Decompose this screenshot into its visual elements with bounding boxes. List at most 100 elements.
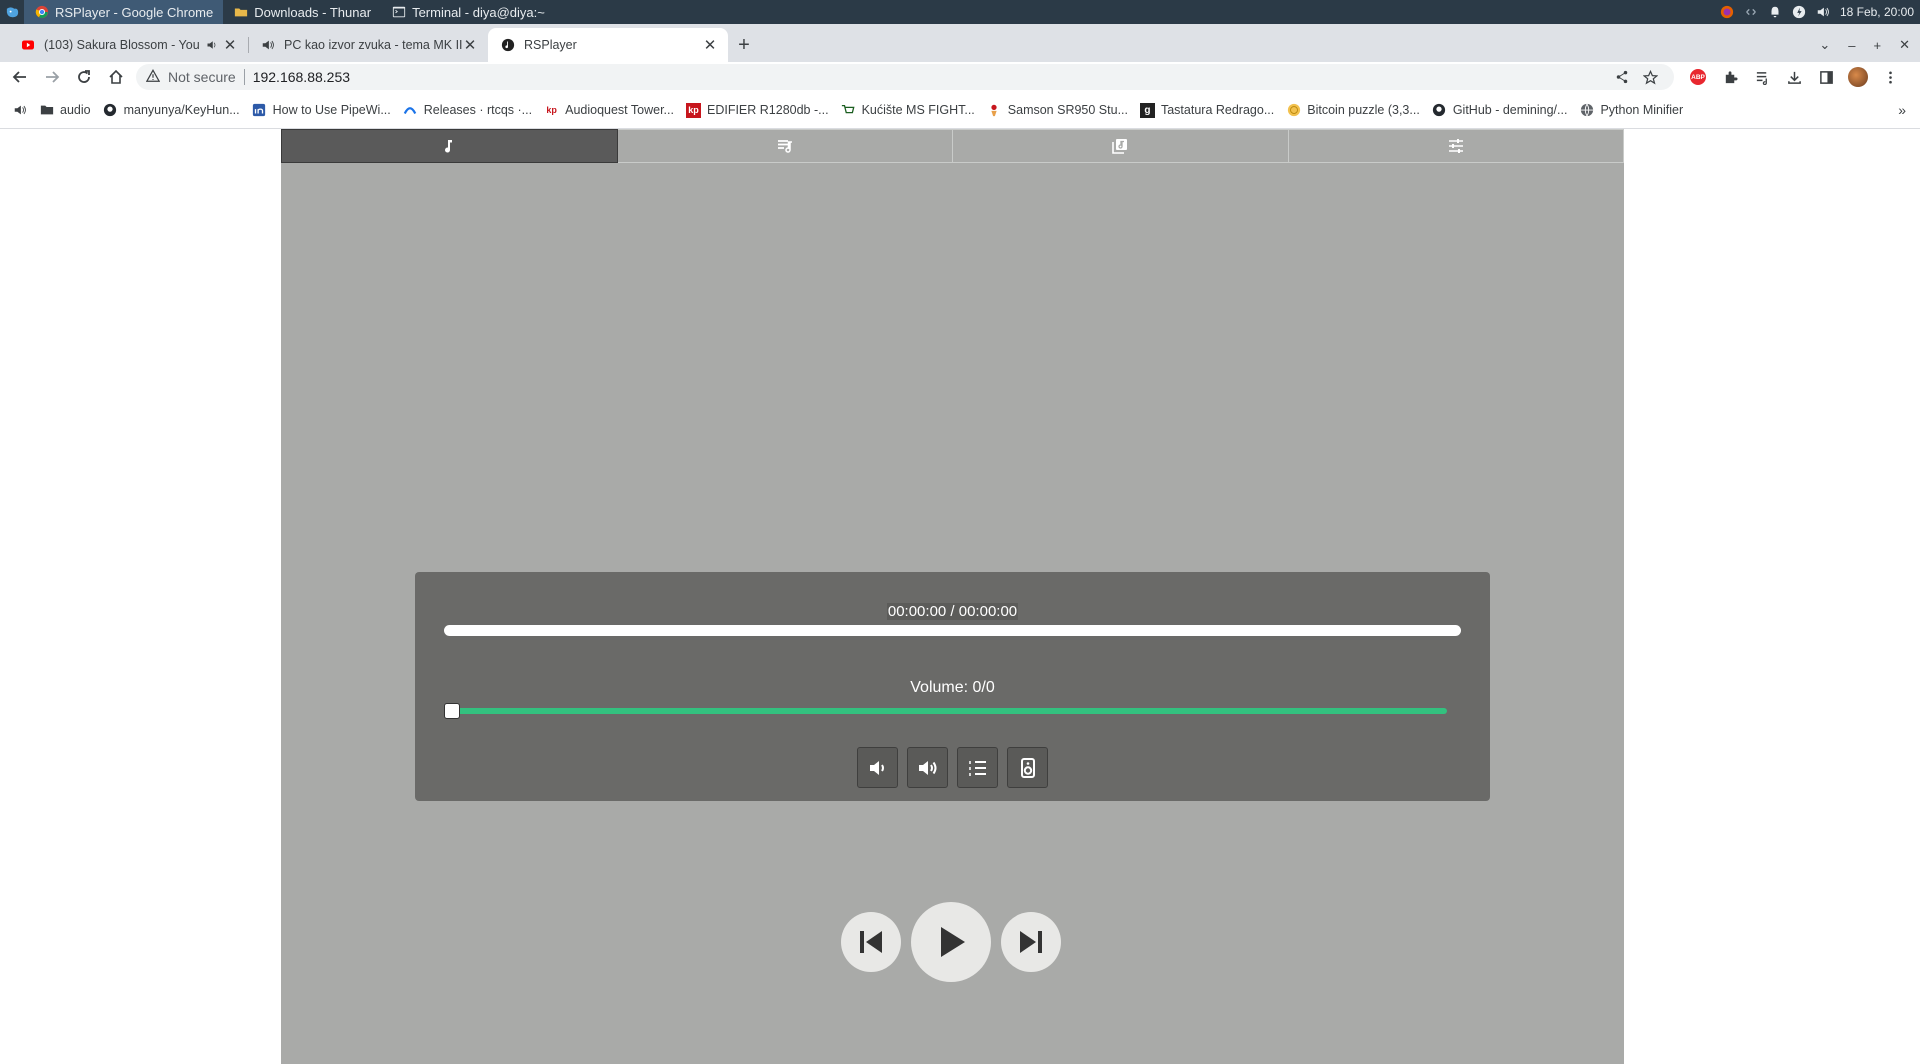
menu-kebab-icon[interactable] bbox=[1874, 62, 1906, 92]
next-track-button[interactable] bbox=[1001, 912, 1061, 972]
bookmark-label: EDIFIER R1280db -... bbox=[706, 103, 829, 117]
bookmark-label: manyunya/KeyHun... bbox=[123, 103, 240, 117]
bell-icon[interactable] bbox=[1768, 5, 1782, 19]
side-panel-icon[interactable] bbox=[1810, 62, 1842, 92]
play-button[interactable] bbox=[911, 902, 991, 982]
os-task-label: RSPlayer - Google Chrome bbox=[55, 4, 214, 20]
bookmark-item[interactable]: Bitcoin puzzle (3,3... bbox=[1286, 103, 1420, 118]
page-viewport: 00:00:00 / 00:00:00 Volume: 0/0 bbox=[0, 129, 1920, 1064]
close-icon[interactable]: ✕ bbox=[462, 37, 478, 54]
home-button[interactable] bbox=[100, 62, 132, 92]
volume-down-button[interactable] bbox=[857, 747, 898, 788]
media-control-icon[interactable] bbox=[1746, 62, 1778, 92]
bookmark-label: Kućište MS FIGHT... bbox=[861, 103, 975, 117]
forward-button[interactable] bbox=[36, 62, 68, 92]
clock[interactable]: 18 Feb, 20:00 bbox=[1840, 5, 1914, 19]
playlist-button[interactable] bbox=[957, 747, 998, 788]
bookmark-item[interactable]: Samson SR950 Stu... bbox=[987, 103, 1128, 118]
share-icon[interactable] bbox=[1608, 70, 1636, 84]
firefox-icon[interactable] bbox=[1720, 5, 1734, 19]
linkedin-icon bbox=[252, 103, 267, 118]
volume-label: Volume: 0/0 bbox=[910, 679, 995, 696]
tab-audio-icon[interactable] bbox=[206, 39, 218, 51]
bookmarks-overflow-icon[interactable]: » bbox=[1898, 102, 1920, 118]
bookmark-item[interactable]: g Tastatura Redrago... bbox=[1139, 102, 1275, 118]
tab-settings[interactable] bbox=[1288, 129, 1624, 163]
bookmark-item[interactable]: How to Use PipeWi... bbox=[252, 103, 391, 118]
cart-icon bbox=[841, 103, 856, 118]
skip-next-icon bbox=[1020, 931, 1042, 953]
reload-button[interactable] bbox=[68, 62, 100, 92]
bookmark-item[interactable]: GitHub - demining/... bbox=[1432, 103, 1567, 118]
os-task-thunar[interactable]: Downloads - Thunar bbox=[223, 0, 381, 24]
bookmark-folder-audio[interactable]: audio bbox=[39, 103, 91, 118]
bookmark-label: Python Minifier bbox=[1600, 103, 1684, 117]
youtube-icon bbox=[20, 37, 36, 53]
os-task-chrome[interactable]: RSPlayer - Google Chrome bbox=[24, 0, 224, 24]
new-tab-button[interactable]: + bbox=[728, 28, 760, 62]
bookmark-item[interactable]: Kućište MS FIGHT... bbox=[841, 103, 975, 118]
player-nav bbox=[281, 129, 1624, 164]
tab-youtube[interactable]: (103) Sakura Blossom - You ✕ bbox=[8, 28, 248, 62]
tab-queue[interactable] bbox=[617, 129, 953, 163]
volume-slider-thumb[interactable] bbox=[444, 703, 460, 719]
globe-icon bbox=[1579, 103, 1594, 118]
bookmark-item[interactable]: Releases · rtcqs ·... bbox=[403, 103, 532, 118]
bookmark-item[interactable]: kp Audioquest Tower... bbox=[544, 103, 674, 118]
g-icon: g bbox=[1139, 102, 1155, 118]
tab-strip: (103) Sakura Blossom - You ✕ PC kao izvo… bbox=[0, 24, 1920, 62]
downloads-icon[interactable] bbox=[1778, 62, 1810, 92]
bookmarks-bar: audio manyunya/KeyHun... How to Use Pipe… bbox=[0, 98, 1920, 122]
speaker-icon bbox=[260, 37, 276, 53]
tab-pc-zvuk[interactable]: PC kao izvor zvuka - tema MK II ✕ bbox=[248, 28, 488, 62]
rsplayer-icon bbox=[500, 37, 516, 53]
tab-now-playing[interactable] bbox=[281, 129, 618, 163]
folder-icon bbox=[233, 5, 248, 20]
music-note-icon bbox=[445, 140, 453, 153]
progress-bar[interactable] bbox=[444, 625, 1461, 636]
address-bar[interactable]: Not secure 192.168.88.253 bbox=[136, 64, 1674, 90]
bookmark-item[interactable]: manyunya/KeyHun... bbox=[103, 103, 240, 118]
time-display: 00:00:00 / 00:00:00 bbox=[415, 603, 1490, 620]
volume-up-button[interactable] bbox=[907, 747, 948, 788]
volume-up-icon bbox=[918, 760, 936, 775]
tab-search-icon[interactable]: ⌄ bbox=[1819, 37, 1830, 53]
os-menu-button[interactable] bbox=[0, 0, 24, 24]
time-text: 00:00:00 / 00:00:00 bbox=[886, 603, 1019, 620]
close-icon[interactable]: ✕ bbox=[222, 37, 238, 54]
security-label[interactable]: Not secure bbox=[168, 69, 236, 85]
extensions-icon[interactable] bbox=[1714, 62, 1746, 92]
url-text[interactable]: 192.168.88.253 bbox=[253, 69, 1608, 85]
close-window-icon[interactable]: ✕ bbox=[1899, 37, 1910, 53]
shop-icon bbox=[987, 103, 1002, 118]
tab-title: (103) Sakura Blossom - You bbox=[44, 38, 200, 52]
tab-library[interactable] bbox=[953, 129, 1289, 163]
adblock-badge: ABP bbox=[1690, 69, 1706, 85]
maximize-icon[interactable]: + bbox=[1874, 38, 1882, 53]
github-icon bbox=[1432, 103, 1447, 118]
previous-track-button[interactable] bbox=[841, 912, 901, 972]
power-icon[interactable] bbox=[1792, 5, 1806, 19]
bookmark-item[interactable]: Python Minifier bbox=[1579, 103, 1683, 118]
output-device-button[interactable] bbox=[1007, 747, 1048, 788]
volume-slider-track[interactable] bbox=[451, 708, 1447, 714]
os-task-terminal[interactable]: Terminal - diya@diya:~ bbox=[381, 0, 555, 24]
back-arrow-icon bbox=[12, 71, 26, 83]
minimize-icon[interactable]: – bbox=[1848, 38, 1855, 53]
back-button[interactable] bbox=[4, 62, 36, 92]
network-icon[interactable] bbox=[1744, 5, 1758, 19]
bookmark-item[interactable]: kp EDIFIER R1280db -... bbox=[685, 102, 829, 118]
bookmark-label: Samson SR950 Stu... bbox=[1007, 103, 1128, 117]
warning-icon[interactable] bbox=[146, 69, 162, 85]
bookmark-label: Tastatura Redrago... bbox=[1160, 103, 1275, 117]
profile-avatar[interactable] bbox=[1842, 62, 1874, 92]
xfce-mouse-icon bbox=[6, 6, 18, 17]
bookmark-star-icon[interactable] bbox=[1636, 69, 1664, 85]
tab-rsplayer[interactable]: RSPlayer ✕ bbox=[488, 28, 728, 62]
volume-icon[interactable] bbox=[1816, 5, 1830, 19]
adblock-icon[interactable]: ABP bbox=[1682, 62, 1714, 92]
bookmark-item[interactable] bbox=[12, 103, 27, 118]
speaker-icon bbox=[12, 103, 27, 118]
close-icon[interactable]: ✕ bbox=[702, 37, 718, 54]
browser-toolbar: Not secure 192.168.88.253 ABP bbox=[0, 62, 1920, 92]
